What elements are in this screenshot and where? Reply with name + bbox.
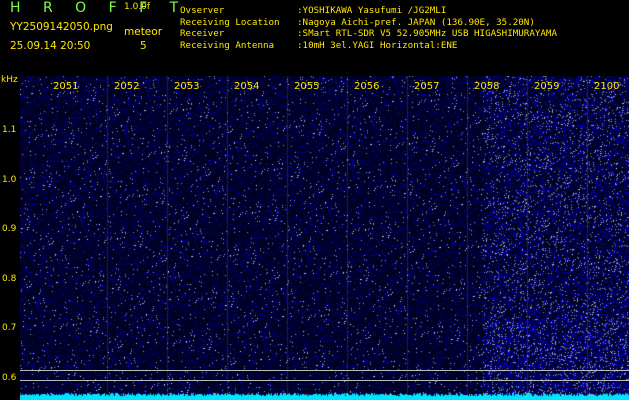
y-tick-label: 0.9 [2, 224, 17, 234]
x-tick-label: 2055 [294, 81, 320, 92]
file-name: YY2509142050.png [10, 21, 113, 33]
y-tick-label: 0.8 [2, 274, 17, 284]
spectrogram-plot [20, 76, 629, 400]
x-tick-label: 2058 [474, 81, 500, 92]
waterfall-canvas [20, 76, 629, 400]
station-label: Receiving Location [180, 16, 280, 28]
meteor-count-label: meteor [124, 26, 163, 38]
y-tick-label: 1.1 [2, 125, 17, 135]
station-row-observer: Ovserver :YOSHIKAWA Yasufumi /JG2MLI [180, 5, 557, 17]
date-time: 25.09.14 20:50 [10, 40, 91, 52]
header-panel: H R O F F T 1.0.0f YY2509142050.png 25.0… [0, 0, 629, 76]
station-row-antenna: Receiving Antenna :10mH 3el.YAGI Horizont… [180, 40, 557, 52]
x-tick-label: 2056 [354, 81, 380, 92]
station-value: :10mH 3el.YAGI Horizontal:ENE [297, 39, 458, 51]
y-tick-label: 1.0 [2, 175, 17, 185]
reference-line-lower [20, 380, 629, 381]
station-info: Ovserver :YOSHIKAWA Yasufumi /JG2MLI Rece… [180, 5, 557, 51]
reference-line-upper [20, 370, 629, 371]
y-axis-unit: kHz [1, 75, 18, 85]
station-row-location: Receiving Location :Nagoya Aichi-pref. JA… [180, 17, 557, 29]
x-tick-label: 2053 [174, 81, 200, 92]
x-tick-label: 2051 [53, 81, 79, 92]
app-version: 1.0.0f [124, 2, 151, 12]
station-label: Receiving Antenna [180, 39, 275, 51]
x-tick-label: 2057 [414, 81, 440, 92]
station-label: Ovserver [180, 5, 225, 16]
station-row-receiver: Receiver :SMart RTL-SDR V5 52.905MHz USB … [180, 28, 557, 40]
x-tick-label: 2054 [234, 81, 260, 92]
x-tick-label: 2100 [594, 81, 620, 92]
x-tick-label: 2052 [114, 81, 140, 92]
station-value: :Nagoya Aichi-pref. JAPAN (136.90E, 35.2… [297, 16, 535, 28]
station-value: :SMart RTL-SDR V5 52.905MHz USB HIGASHIM… [297, 28, 557, 39]
x-tick-label: 2059 [534, 81, 560, 92]
station-value: :YOSHIKAWA Yasufumi /JG2MLI [297, 5, 447, 16]
meteor-count-value: 5 [140, 40, 147, 52]
y-tick-label: 0.6 [2, 373, 17, 383]
station-label: Receiver [180, 28, 225, 39]
app-brand: H R O F F T [10, 0, 188, 16]
y-tick-label: 0.7 [2, 323, 17, 333]
